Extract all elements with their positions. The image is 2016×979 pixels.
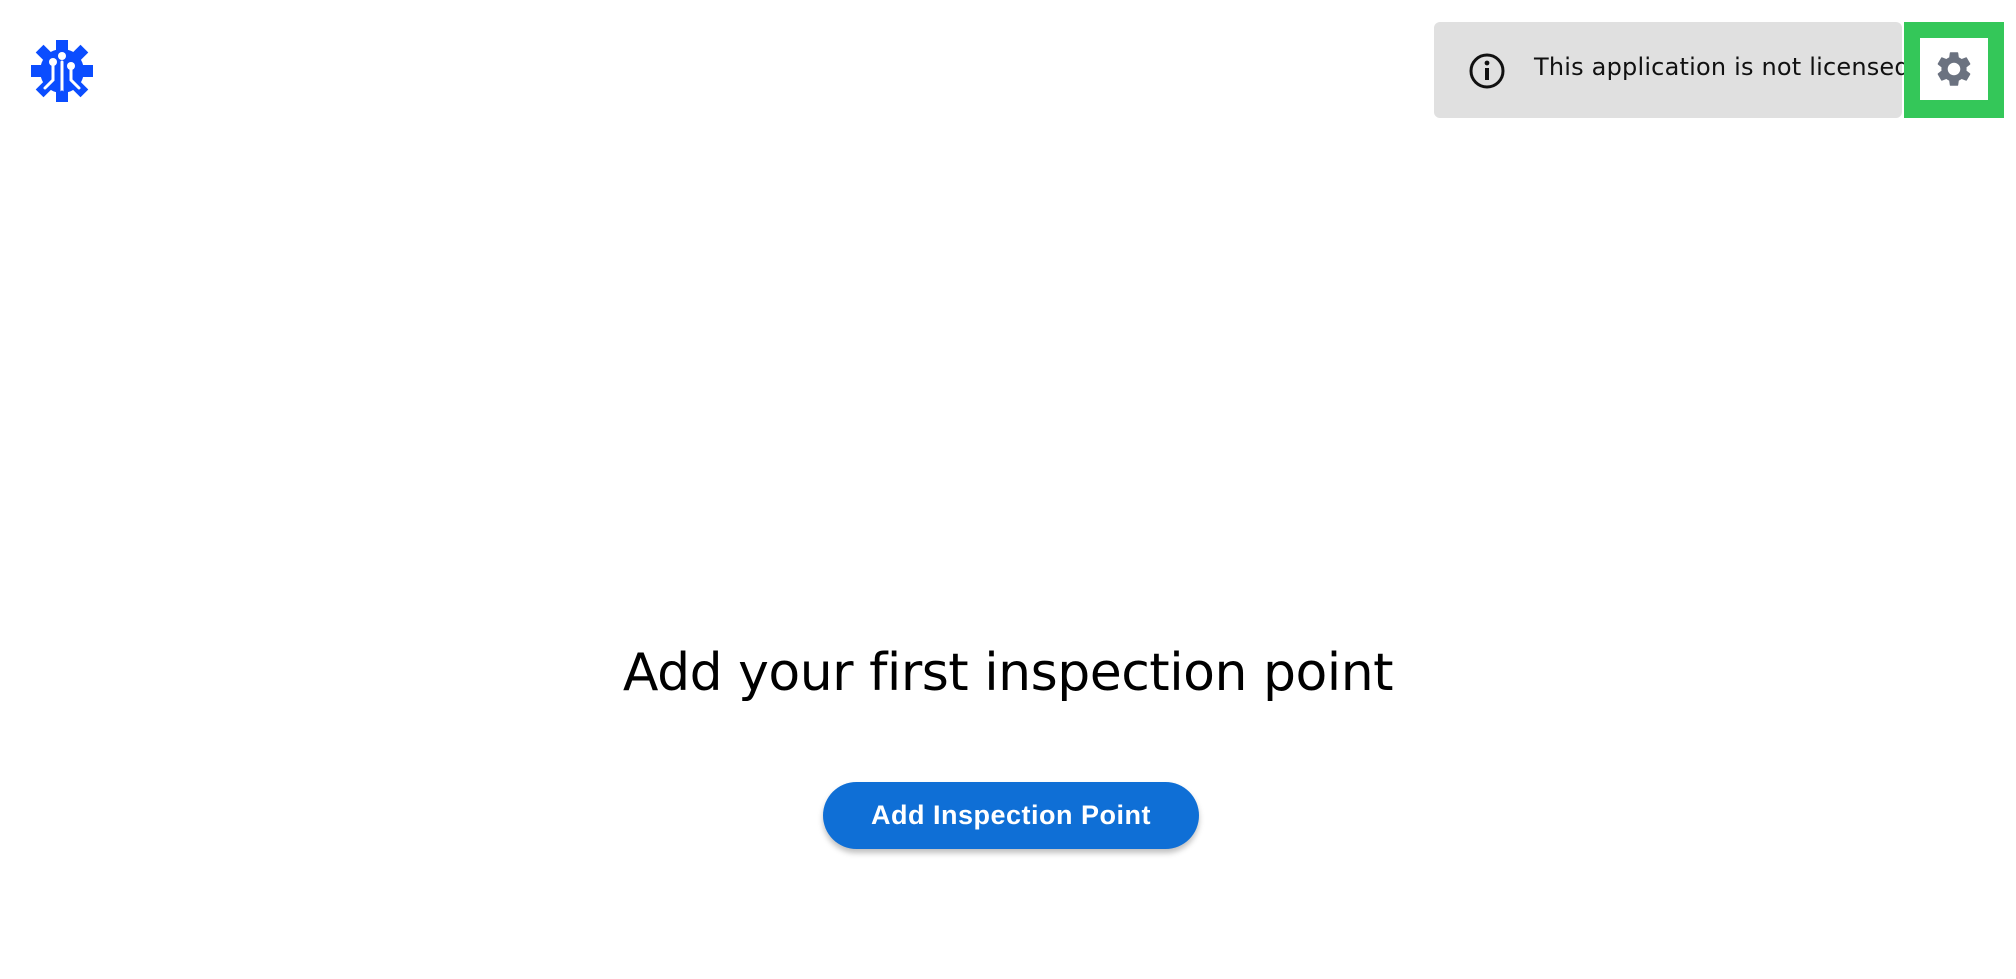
- settings-highlight: [1904, 22, 2004, 118]
- gear-icon: [1937, 52, 1971, 86]
- license-banner: This application is not licensed: [1434, 22, 1910, 118]
- gear-circuit-logo-icon: [31, 40, 93, 102]
- add-inspection-point-button[interactable]: Add Inspection Point: [823, 782, 1199, 849]
- settings-button[interactable]: [1920, 38, 1988, 100]
- app-page: This application is not licensed Add you…: [0, 0, 2016, 979]
- app-logo: [31, 40, 93, 102]
- license-banner-text: This application is not licensed: [1534, 53, 1910, 81]
- info-icon: [1468, 52, 1506, 90]
- empty-state-title: Add your first inspection point: [622, 643, 1394, 703]
